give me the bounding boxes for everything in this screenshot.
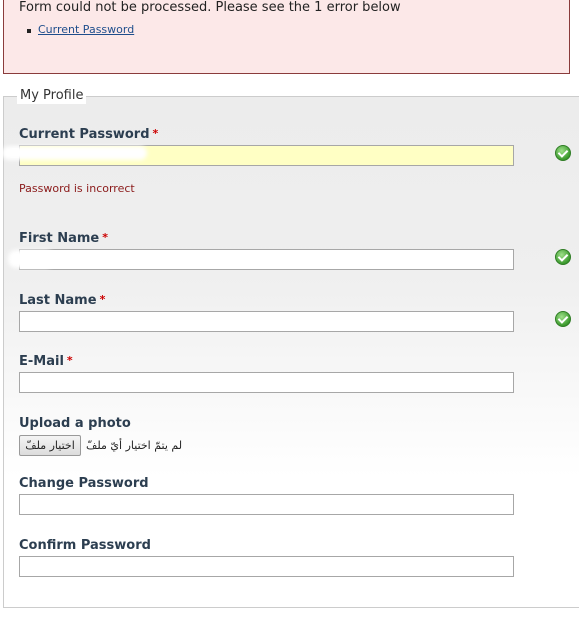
check-circle-icon — [555, 145, 571, 161]
error-link-current-password[interactable]: Current Password — [38, 23, 134, 36]
redaction-blur — [8, 250, 54, 268]
last-name-input[interactable] — [19, 311, 514, 332]
current-password-label: Current Password * — [19, 127, 159, 142]
change-password-label: Change Password — [19, 476, 149, 491]
fieldset-legend: My Profile — [17, 88, 87, 104]
first-name-input[interactable] — [19, 249, 514, 270]
error-message: Form could not be processed. Please see … — [19, 0, 401, 15]
email-input[interactable] — [19, 372, 514, 393]
error-list-item: Current Password — [27, 23, 134, 36]
confirm-password-input[interactable] — [19, 556, 514, 577]
error-list: Current Password — [27, 23, 134, 36]
required-marker: * — [102, 231, 109, 244]
first-name-label: First Name * — [19, 231, 109, 246]
check-circle-icon — [555, 249, 571, 265]
required-marker: * — [99, 293, 106, 306]
redaction-blur — [2, 146, 147, 160]
required-marker: * — [152, 127, 159, 140]
upload-photo-label: Upload a photo — [19, 416, 131, 431]
profile-fieldset — [3, 96, 579, 608]
email-label: E-Mail * — [19, 354, 73, 369]
change-password-input[interactable] — [19, 494, 514, 515]
required-marker: * — [66, 354, 73, 367]
file-status-text: لم يتمّ اختيار أيّ ملفّ — [86, 439, 183, 452]
confirm-password-label: Confirm Password — [19, 538, 151, 553]
choose-file-button[interactable]: اختيار ملفّ — [19, 435, 81, 456]
current-password-error: Password is incorrect — [19, 182, 135, 195]
check-circle-icon — [555, 311, 571, 327]
last-name-label: Last Name * — [19, 293, 106, 308]
